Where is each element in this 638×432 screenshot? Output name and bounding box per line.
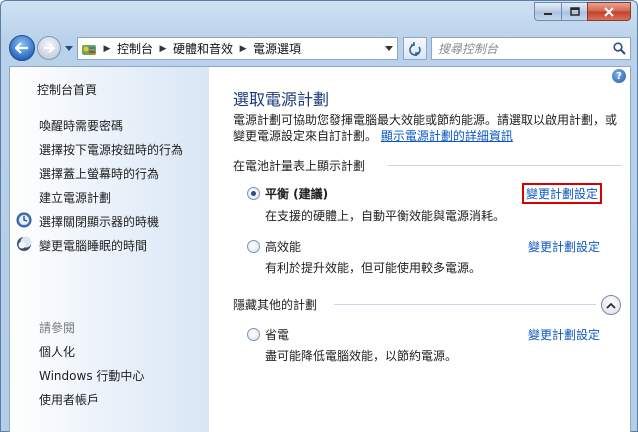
- sidebar-link-lid-close[interactable]: 選擇蓋上螢幕時的行為: [39, 165, 159, 182]
- group-divider: [334, 304, 596, 305]
- maximize-icon: [569, 6, 580, 16]
- navigation-bar: ▶ 控制台 ▶ 硬體和音效 ▶ 電源選項 搜尋控制台: [1, 31, 637, 65]
- chevron-down-icon: [385, 46, 393, 51]
- sidebar-link-sleep-time[interactable]: 變更電腦睡眠的時間: [39, 237, 147, 254]
- breadcrumb-power-options[interactable]: 電源選項: [250, 40, 304, 57]
- page-description: 電源計劃可協助您發揮電腦最大效能或節約能源。請選取以啟用計劃，或 變更電源設定來…: [233, 112, 623, 144]
- minimize-button[interactable]: [534, 2, 561, 21]
- search-box[interactable]: 搜尋控制台: [431, 37, 631, 60]
- chevron-up-icon: [606, 302, 616, 309]
- forward-arrow-icon: [44, 43, 55, 53]
- plan-name-balanced[interactable]: 平衡 (建議): [265, 185, 328, 202]
- page-title: 選取電源計劃: [233, 90, 330, 109]
- caption-buttons: [534, 2, 631, 21]
- group-divider: [388, 165, 622, 166]
- description-line-2: 變更電源設定來自訂計劃。: [233, 129, 378, 143]
- sidebar-link-wake-password[interactable]: 喚醒時需要密碼: [39, 117, 123, 134]
- breadcrumb-control-panel[interactable]: 控制台: [114, 40, 156, 57]
- sidebar-link-user-accounts[interactable]: 使用者帳戶: [39, 391, 99, 408]
- plan-name-power-saver[interactable]: 省電: [265, 326, 289, 343]
- plan-desc-power-saver: 盡可能降低電腦效能，以節約電源。: [265, 349, 458, 363]
- collapse-hidden-plans-button[interactable]: [601, 295, 621, 315]
- description-line-1: 電源計劃可協助您發揮電腦最大效能或節約能源。請選取以啟用計劃，或: [233, 113, 618, 127]
- chevron-down-icon: [65, 45, 73, 51]
- plan-radio-balanced[interactable]: [247, 187, 260, 200]
- change-plan-settings-balanced[interactable]: 變更計劃設定: [522, 183, 603, 204]
- control-panel-icon: [78, 38, 100, 59]
- plan-details-link[interactable]: 顯示電源計劃的詳細資訊: [381, 129, 513, 143]
- help-icon[interactable]: ?: [612, 69, 626, 83]
- refresh-button[interactable]: [403, 37, 427, 60]
- address-dropdown[interactable]: [381, 38, 397, 59]
- search-icon[interactable]: [608, 38, 630, 59]
- breadcrumb-separator[interactable]: ▶: [156, 44, 170, 54]
- sidebar-link-create-plan[interactable]: 建立電源計劃: [39, 189, 111, 206]
- sidebar-link-display-off[interactable]: 選擇關閉顯示器的時機: [39, 213, 159, 230]
- group-heading-hidden-plans: 隱藏其他的計劃: [233, 298, 318, 312]
- minimize-icon: [544, 12, 552, 15]
- forward-button[interactable]: [37, 36, 61, 60]
- back-arrow-icon: [15, 42, 28, 54]
- plan-radio-power-saver[interactable]: [247, 328, 260, 341]
- group-heading-battery-meter: 在電池計量表上顯示計劃: [233, 159, 366, 173]
- change-plan-settings-high-performance[interactable]: 變更計劃設定: [528, 238, 600, 255]
- plan-desc-balanced: 在支援的硬體上，自動平衡效能與電源消耗。: [265, 209, 506, 223]
- sidebar-link-personalization[interactable]: 個人化: [39, 343, 75, 360]
- close-button[interactable]: [587, 2, 631, 21]
- close-icon: [604, 6, 614, 17]
- maximize-button[interactable]: [561, 2, 587, 21]
- radio-selected-dot: [251, 191, 256, 196]
- plan-name-high-performance[interactable]: 高效能: [265, 238, 301, 255]
- content-area: 控制台首頁 喚醒時需要密碼 選擇按下電源按鈕時的行為 選擇蓋上螢幕時的行為 建立…: [9, 66, 631, 432]
- recent-pages-dropdown[interactable]: [64, 43, 74, 53]
- plan-desc-high-performance: 有利於提升效能，但可能使用較多電源。: [265, 261, 482, 275]
- back-button[interactable]: [9, 35, 35, 61]
- monitor-clock-icon: [16, 212, 32, 228]
- sidebar-link-power-button[interactable]: 選擇按下電源按鈕時的行為: [39, 141, 183, 158]
- main-panel: ? 選取電源計劃 電源計劃可協助您發揮電腦最大效能或節約能源。請選取以啟用計劃，…: [210, 67, 630, 432]
- window-frame: ▶ 控制台 ▶ 硬體和音效 ▶ 電源選項 搜尋控制台 控制台首頁 喚醒時需要密碼…: [0, 0, 638, 432]
- plan-radio-high-performance[interactable]: [247, 240, 260, 253]
- search-input[interactable]: 搜尋控制台: [432, 40, 608, 57]
- sidebar-home-link[interactable]: 控制台首頁: [37, 81, 97, 98]
- refresh-icon: [409, 41, 421, 56]
- sidebar-link-action-center[interactable]: Windows 行動中心: [39, 367, 144, 384]
- breadcrumb-hardware-sound[interactable]: 硬體和音效: [170, 40, 236, 57]
- breadcrumb-separator[interactable]: ▶: [236, 44, 250, 54]
- address-bar[interactable]: ▶ 控制台 ▶ 硬體和音效 ▶ 電源選項: [77, 37, 398, 60]
- task-sidebar: 控制台首頁 喚醒時需要密碼 選擇按下電源按鈕時的行為 選擇蓋上螢幕時的行為 建立…: [10, 67, 209, 432]
- sleep-moon-icon: [17, 236, 32, 251]
- breadcrumb-separator[interactable]: ▶: [100, 44, 114, 54]
- change-plan-settings-power-saver[interactable]: 變更計劃設定: [528, 326, 600, 343]
- see-also-heading: 請參閱: [39, 321, 76, 335]
